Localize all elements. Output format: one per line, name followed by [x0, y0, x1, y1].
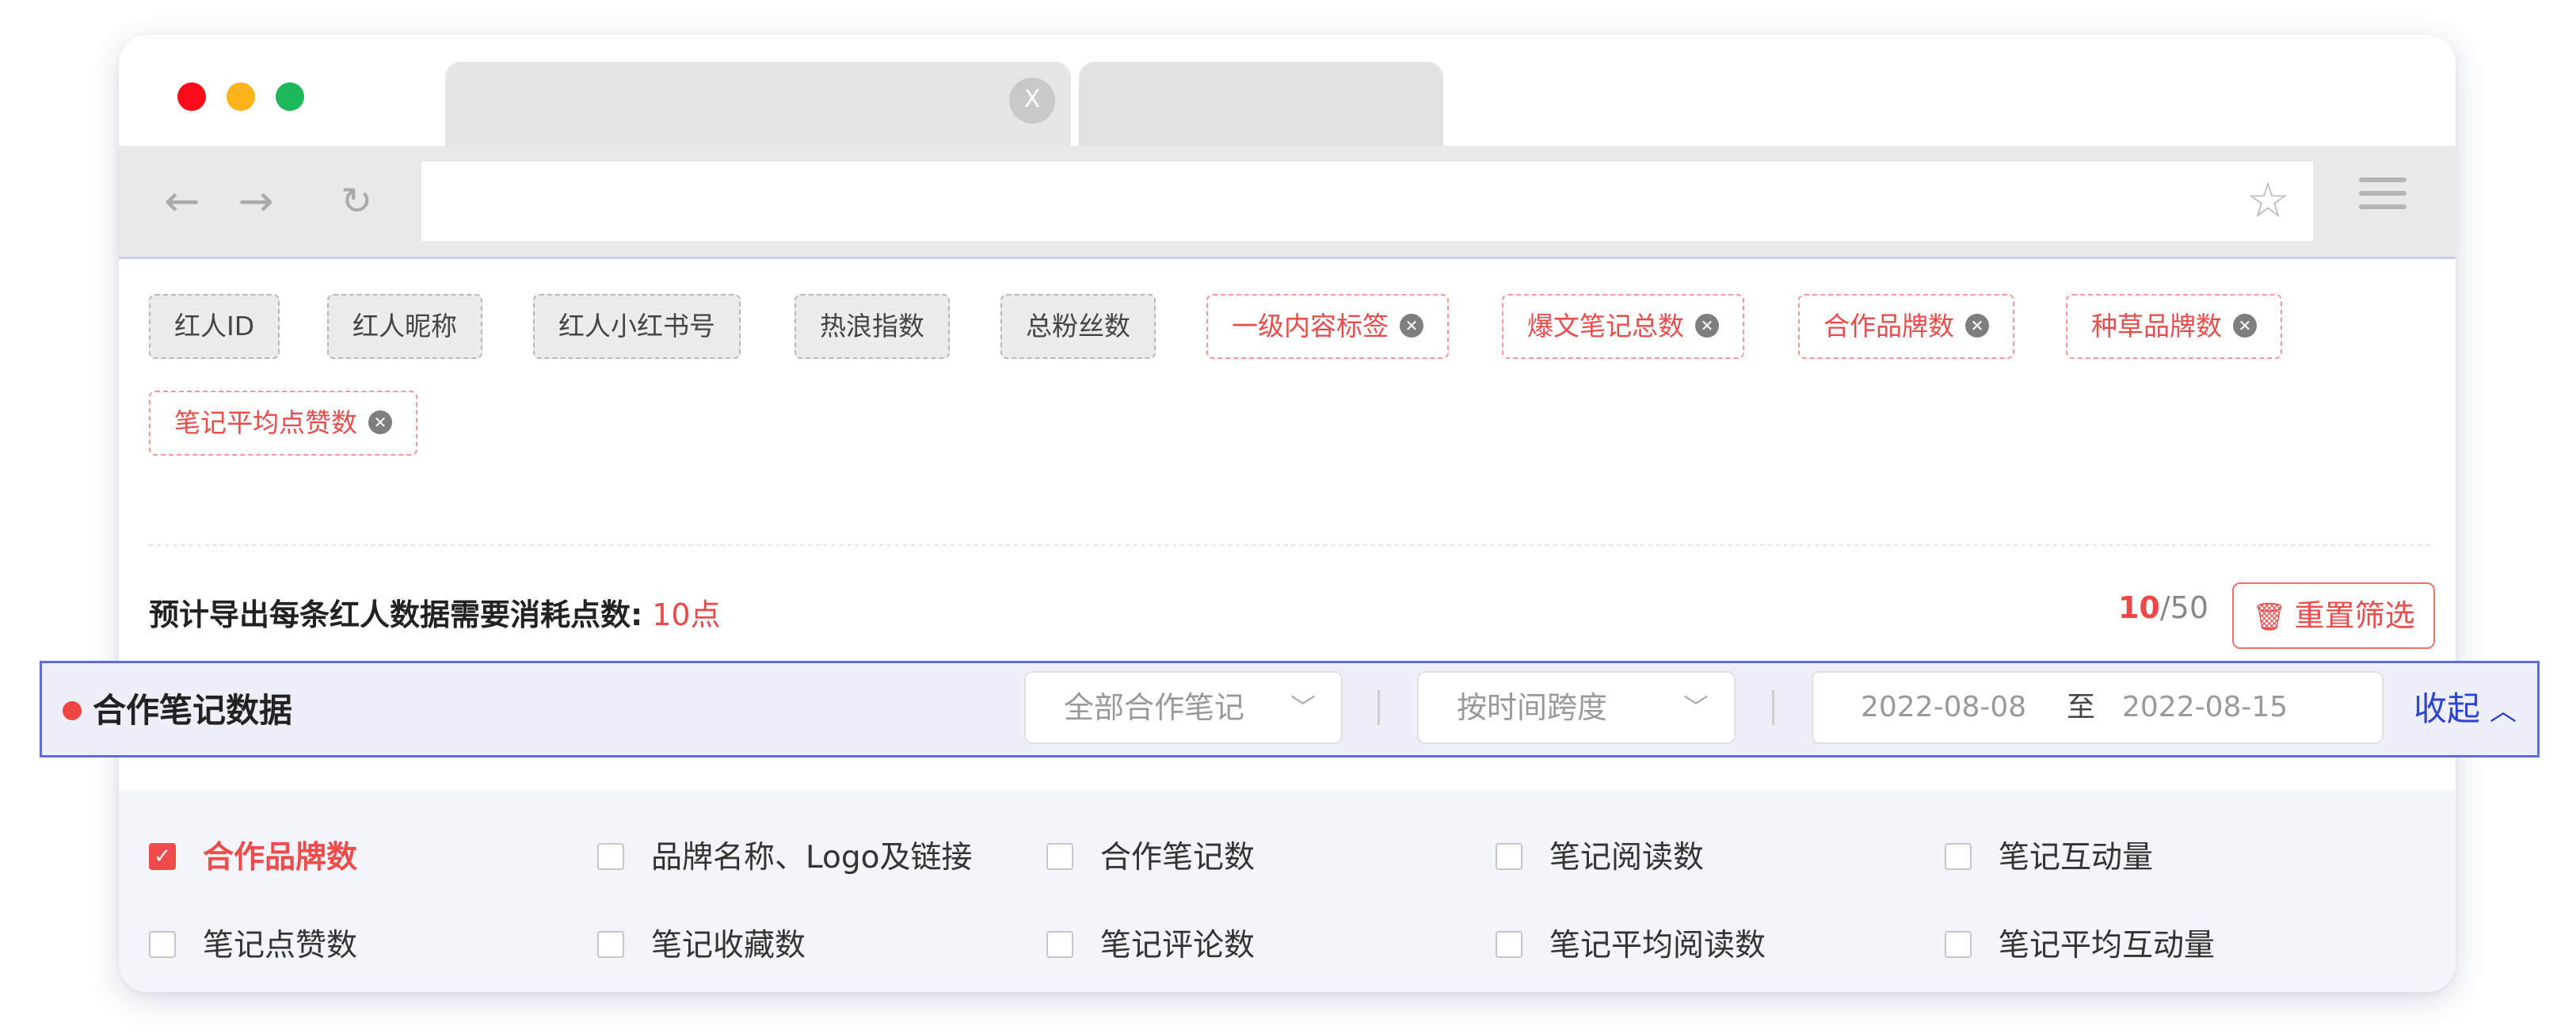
checkbox-label: 笔记评论数 [1100, 928, 1256, 963]
divider [149, 544, 2430, 546]
bullet-dot-icon [63, 701, 82, 720]
checkbox-item[interactable]: ✓ 合作品牌数 [149, 833, 357, 877]
date-range-picker[interactable]: 2022-08-08 至 2022-08-15 [1812, 671, 2384, 744]
checkbox[interactable] [1046, 930, 1073, 958]
trash-icon: 🗑 [2252, 601, 2287, 633]
collapse-button[interactable]: 收起 ︿ [2414, 682, 2517, 731]
field-chip-removable[interactable]: 种草品牌数 ✕ [2066, 294, 2282, 359]
checkbox-label: 笔记平均互动量 [1999, 928, 2216, 963]
chevron-down-icon: ﹀ [1682, 693, 1709, 723]
count-current: 10 [2117, 590, 2160, 625]
checkbox-label: 笔记点赞数 [203, 928, 358, 963]
checkbox[interactable] [1945, 842, 1972, 870]
remove-chip-icon[interactable]: ✕ [1695, 313, 1719, 338]
chevron-down-icon: ﹀ [1290, 693, 1316, 723]
field-chip-fixed: 热浪指数 [795, 294, 950, 359]
field-chip-fixed: 红人昵称 [327, 294, 482, 359]
reload-icon[interactable]: ↻ [333, 177, 380, 225]
remove-chip-icon[interactable]: ✕ [1965, 313, 1989, 338]
divider [1378, 690, 1380, 725]
menu-icon[interactable] [2359, 177, 2406, 225]
cost-label: 预计导出每条红人数据需要消耗点数: [149, 597, 643, 632]
back-arrow-icon[interactable]: ← [158, 177, 206, 225]
checkbox[interactable] [1496, 930, 1522, 958]
checkbox-checked-icon[interactable]: ✓ [149, 842, 176, 870]
date-start[interactable]: 2022-08-08 [1861, 673, 2026, 742]
select-value: 全部合作笔记 [1064, 690, 1245, 725]
minimize-window-button[interactable] [227, 82, 255, 111]
selected-field-count: 10/50 [2118, 590, 2208, 625]
section-title: 合作笔记数据 [93, 691, 293, 730]
checkbox[interactable] [1046, 842, 1073, 870]
checkbox[interactable] [597, 842, 624, 870]
browser-window: X ← → ↻ ☆ 红人ID 红人昵称 红人小红书号 热浪指数 总粉丝数 一级内… [119, 35, 2456, 992]
section-header-cooperation-notes: 合作笔记数据 全部合作笔记 ﹀ 按时间跨度 ﹀ 2022-08-08 至 202… [40, 661, 2540, 757]
cost-value: 10点 [652, 597, 721, 632]
field-chip-label: 合作品牌数 [1823, 311, 1954, 341]
reset-filter-button[interactable]: 🗑 重置筛选 [2232, 582, 2435, 649]
checkbox-label: 笔记收藏数 [651, 928, 806, 963]
reset-label: 重置筛选 [2294, 598, 2415, 633]
checkbox-item[interactable]: 笔记互动量 [1945, 833, 2153, 877]
count-total: /50 [2159, 590, 2208, 625]
field-chip-removable[interactable]: 笔记平均点赞数 ✕ [149, 391, 417, 456]
checkbox-item[interactable]: 笔记阅读数 [1496, 833, 1704, 877]
checkbox-item[interactable]: 合作笔记数 [1046, 833, 1255, 877]
checkbox[interactable] [1496, 842, 1522, 870]
field-chip-fixed: 红人ID [149, 294, 280, 359]
checkbox[interactable] [1945, 930, 1972, 958]
browser-toolbar: ← → ↻ ☆ [119, 146, 2456, 259]
field-chip-label: 种草品牌数 [2091, 311, 2222, 341]
tab-close-button[interactable]: X [1009, 78, 1055, 124]
export-cost-text: 预计导出每条红人数据需要消耗点数: 10点 [149, 590, 721, 634]
remove-chip-icon[interactable]: ✕ [1400, 313, 1423, 338]
address-bar[interactable]: ☆ [421, 162, 2313, 241]
time-filter-select[interactable]: 按时间跨度 ﹀ [1417, 671, 1736, 744]
chevron-up-icon: ︿ [2490, 696, 2517, 727]
checkbox-item[interactable]: 笔记平均阅读数 [1496, 921, 1766, 965]
checkbox-label: 合作笔记数 [1100, 840, 1256, 876]
checkbox-item[interactable]: 笔记点赞数 [149, 921, 357, 965]
checkbox-label: 品牌名称、Logo及链接 [651, 840, 973, 876]
field-chip-label: 一级内容标签 [1232, 311, 1389, 341]
note-filter-select[interactable]: 全部合作笔记 ﹀ [1024, 671, 1343, 744]
field-chip-fixed: 红人小红书号 [533, 294, 741, 359]
field-chip-removable[interactable]: 合作品牌数 ✕ [1798, 294, 2014, 359]
field-chip-label: 笔记平均点赞数 [174, 407, 357, 438]
checkbox-label: 笔记平均阅读数 [1549, 928, 1766, 963]
collapse-label: 收起 [2414, 689, 2481, 728]
field-chip-fixed: 总粉丝数 [1000, 294, 1156, 359]
field-chip-removable[interactable]: 一级内容标签 ✕ [1206, 294, 1449, 359]
browser-tab-inactive[interactable] [1079, 62, 1443, 149]
field-checkbox-group: ✓ 合作品牌数 品牌名称、Logo及链接 合作笔记数 笔记阅读数 笔记互动量 笔记… [119, 790, 2456, 992]
close-window-button[interactable] [177, 82, 206, 111]
date-separator: 至 [2067, 691, 2096, 723]
select-value: 按时间跨度 [1457, 690, 1608, 725]
remove-chip-icon[interactable]: ✕ [368, 410, 392, 434]
checkbox-label: 合作品牌数 [203, 840, 358, 876]
checkbox[interactable] [597, 930, 624, 958]
checkbox-label: 笔记互动量 [1999, 840, 2154, 876]
checkbox-item[interactable]: 笔记平均互动量 [1945, 921, 2215, 965]
checkbox-item[interactable]: 品牌名称、Logo及链接 [597, 833, 973, 877]
bookmark-star-icon[interactable]: ☆ [2240, 173, 2296, 228]
checkbox-item[interactable]: 笔记收藏数 [597, 921, 806, 965]
browser-tab-active[interactable]: X [445, 62, 1071, 149]
date-end[interactable]: 2022-08-15 [2122, 673, 2288, 742]
checkbox-item[interactable]: 笔记评论数 [1046, 921, 1255, 965]
field-chip-label: 爆文笔记总数 [1527, 311, 1684, 341]
checkbox[interactable] [149, 930, 176, 958]
title-bar: X [119, 35, 2456, 149]
divider [1772, 690, 1774, 725]
field-chip-removable[interactable]: 爆文笔记总数 ✕ [1502, 294, 1744, 359]
forward-arrow-icon[interactable]: → [232, 177, 280, 225]
maximize-window-button[interactable] [276, 82, 304, 111]
export-fields-panel: 红人ID 红人昵称 红人小红书号 热浪指数 总粉丝数 一级内容标签 ✕ 爆文笔记总… [119, 259, 2456, 992]
checkbox-label: 笔记阅读数 [1549, 840, 1705, 876]
remove-chip-icon[interactable]: ✕ [2233, 313, 2257, 338]
